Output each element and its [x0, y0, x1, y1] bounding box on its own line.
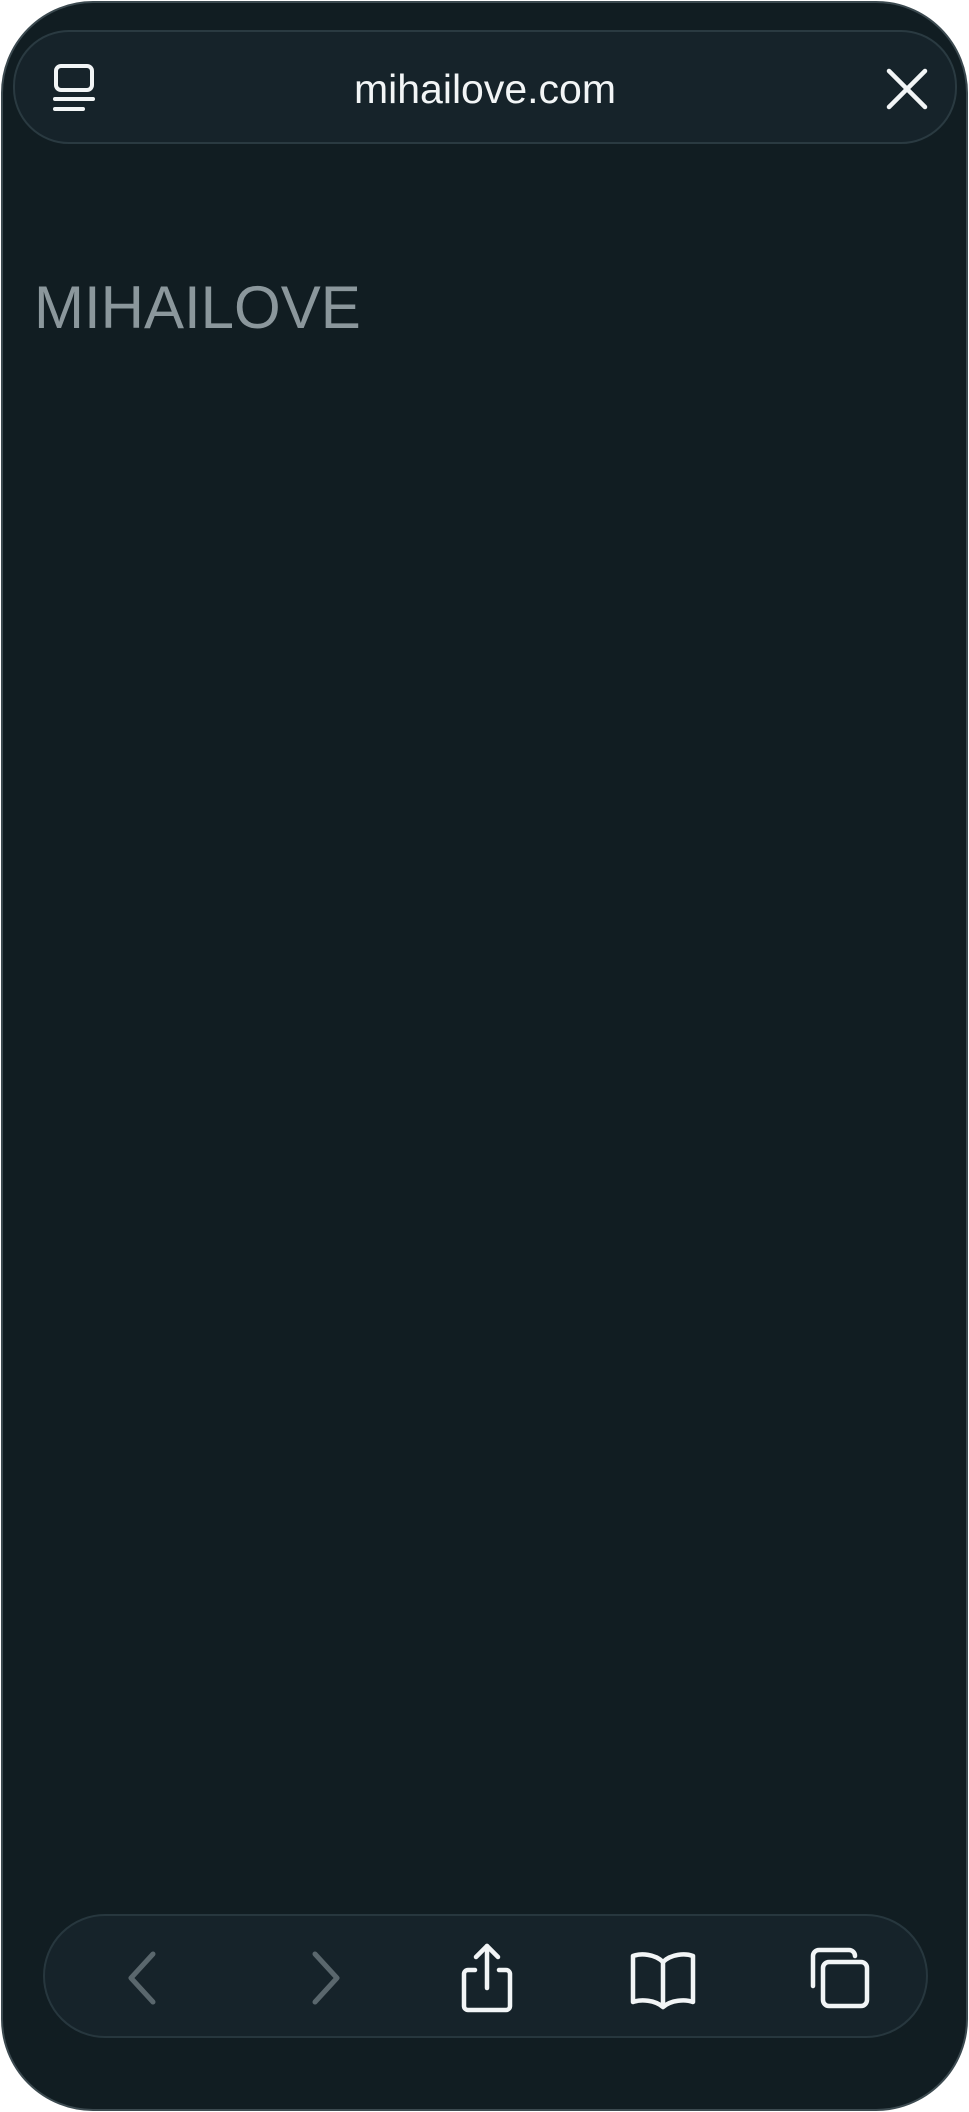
share-icon[interactable] — [445, 1936, 529, 2020]
book-icon[interactable] — [621, 1936, 705, 2020]
chevron-right-icon[interactable] — [283, 1936, 367, 2020]
close-icon[interactable] — [879, 62, 935, 116]
chevron-left-icon[interactable] — [101, 1936, 185, 2020]
reader-mode-icon[interactable] — [51, 62, 103, 116]
url-text[interactable]: mihailove.com — [165, 62, 805, 116]
tabs-icon[interactable] — [797, 1936, 881, 2020]
address-bar[interactable]: mihailove.com — [13, 30, 957, 144]
site-logo[interactable]: MIHAILOVE — [34, 273, 361, 343]
browser-window: mihailove.com MIHAILOVE — [1, 1, 968, 2111]
bottom-toolbar — [43, 1914, 928, 2038]
